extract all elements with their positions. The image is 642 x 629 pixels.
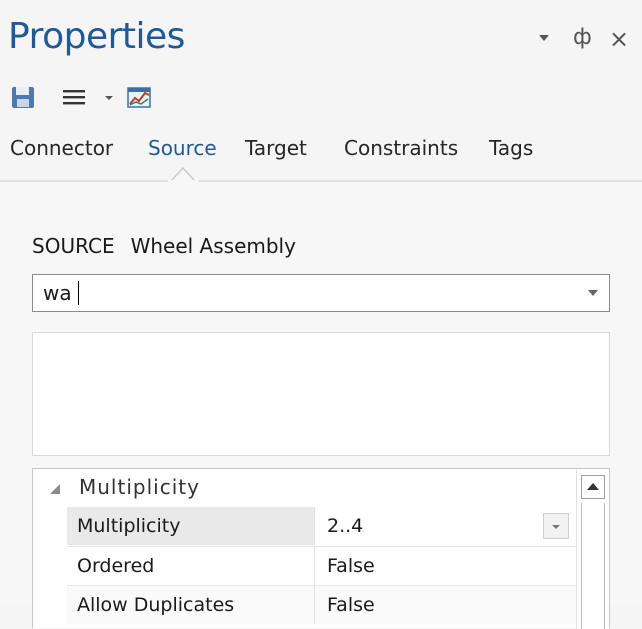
- property-value[interactable]: False: [315, 586, 577, 624]
- property-row[interactable]: Ordered False: [67, 546, 577, 585]
- notes-area[interactable]: [32, 332, 610, 456]
- properties-panel: Properties ф × Connector Source Target C…: [0, 0, 642, 629]
- group-label: Multiplicity: [79, 475, 200, 499]
- chevron-down-icon: [552, 525, 560, 529]
- chart-icon: [127, 87, 151, 108]
- tab-source[interactable]: Source: [148, 136, 217, 160]
- property-row[interactable]: Multiplicity 2..4: [67, 507, 577, 545]
- collapse-triangle-icon[interactable]: [49, 483, 61, 495]
- panel-title: Properties: [8, 16, 185, 57]
- property-value[interactable]: 2..4: [315, 507, 577, 545]
- save-icon: [12, 87, 34, 108]
- property-value[interactable]: False: [315, 547, 577, 585]
- text-caret: [78, 281, 79, 305]
- menu-button[interactable]: [60, 84, 90, 110]
- source-element-name: Wheel Assembly: [130, 234, 296, 258]
- combo-input-text[interactable]: wa: [43, 281, 72, 305]
- tab-constraints[interactable]: Constraints: [344, 136, 458, 160]
- vertical-scrollbar[interactable]: [576, 469, 609, 629]
- scroll-up-button[interactable]: [581, 475, 605, 499]
- active-tab-indicator: [168, 166, 198, 182]
- toolbar: [10, 80, 310, 114]
- property-grid-body: Multiplicity Multiplicity 2..4 Ordered F…: [33, 469, 577, 629]
- property-name: Multiplicity: [67, 507, 315, 545]
- tab-connector[interactable]: Connector: [10, 136, 113, 160]
- group-row-multiplicity[interactable]: Multiplicity: [33, 469, 577, 507]
- scroll-track[interactable]: [581, 503, 605, 629]
- multiplicity-value[interactable]: 2..4: [327, 515, 363, 537]
- property-grid: Multiplicity Multiplicity 2..4 Ordered F…: [32, 468, 610, 629]
- tab-target[interactable]: Target: [245, 136, 307, 160]
- chevron-up-icon: [587, 483, 599, 490]
- chevron-down-icon: [105, 96, 113, 100]
- menu-dropdown-button[interactable]: [102, 84, 116, 110]
- chart-button[interactable]: [125, 84, 155, 110]
- title-bar: Properties ф ×: [0, 0, 642, 80]
- source-role-combo[interactable]: wa: [32, 274, 610, 312]
- source-tab-content: SOURCE Wheel Assembly wa Multiplicity Mul…: [0, 182, 642, 629]
- panel-options-button[interactable]: [534, 28, 554, 48]
- chevron-down-icon[interactable]: [587, 289, 599, 297]
- pin-icon: ф: [573, 25, 592, 50]
- save-button[interactable]: [10, 84, 36, 110]
- property-name: Ordered: [67, 547, 315, 585]
- chevron-down-icon: [539, 35, 549, 41]
- menu-icon: [63, 90, 85, 105]
- close-button[interactable]: ×: [609, 25, 629, 53]
- tab-tags[interactable]: Tags: [489, 136, 533, 160]
- source-heading: SOURCE Wheel Assembly: [32, 234, 296, 258]
- value-dropdown-button[interactable]: [543, 513, 569, 539]
- source-label: SOURCE: [32, 234, 115, 258]
- tab-bar: Connector Source Target Constraints Tags: [0, 128, 642, 180]
- property-name: Allow Duplicates: [67, 586, 315, 624]
- pin-button[interactable]: ф: [573, 25, 592, 50]
- close-icon: ×: [609, 25, 630, 53]
